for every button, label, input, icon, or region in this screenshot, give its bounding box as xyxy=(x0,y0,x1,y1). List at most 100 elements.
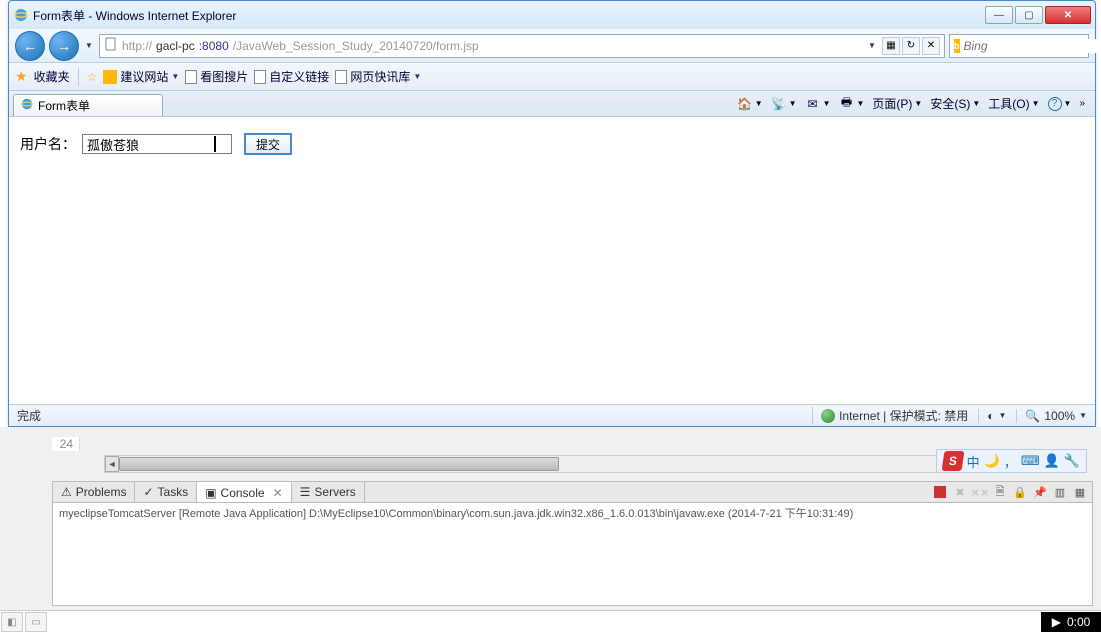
menu-label: 安全(S) xyxy=(930,95,970,112)
favlink-custom[interactable]: 自定义链接 xyxy=(254,68,329,85)
favlink-feeds[interactable]: 网页快讯库▼ xyxy=(335,68,421,85)
menu-label: 工具(O) xyxy=(988,95,1029,112)
chevron-down-icon: ▼ xyxy=(171,72,179,81)
submit-button[interactable]: 提交 xyxy=(244,133,292,155)
shield-icon: ◐ xyxy=(987,409,994,423)
favorites-star-icon[interactable]: ★ xyxy=(15,68,28,85)
url-scheme: http:// xyxy=(122,39,152,53)
add-favorite-icon[interactable]: ☆ xyxy=(87,70,98,84)
favlink-label: 建议网站 xyxy=(120,68,168,85)
eclipse-views-tabbar: ⚠ Problems ✓ Tasks ▣ Console ✕ ☰Servers ✖ ⨯⨯… xyxy=(52,481,1093,503)
address-input[interactable] xyxy=(483,39,862,53)
forward-button[interactable]: → xyxy=(49,31,79,61)
url-host: gacl-pc xyxy=(156,39,195,53)
maximize-button[interactable]: ▢ xyxy=(1015,6,1043,24)
username-input[interactable] xyxy=(82,134,232,154)
address-bar[interactable]: http:// gacl-pc :8080/JavaWeb_Session_Stud… xyxy=(99,34,945,58)
stop-button[interactable]: ✕ xyxy=(922,37,940,55)
ime-settings-icon[interactable]: 🔧 xyxy=(1064,453,1080,469)
tab-label: Console xyxy=(221,486,265,500)
line-number: 24 xyxy=(52,437,80,451)
form-row: 用户名： 提交 xyxy=(20,133,1084,155)
editor-hscrollbar[interactable]: ◄ ► xyxy=(104,455,1081,473)
favlink-image[interactable]: 看图搜片 xyxy=(185,68,248,85)
scroll-left-button[interactable]: ◄ xyxy=(105,456,119,472)
ime-lang[interactable]: 中 xyxy=(967,452,980,471)
help-button[interactable]: ?▼ xyxy=(1048,97,1072,111)
tab-servers[interactable]: ☰Servers xyxy=(292,482,365,502)
problems-icon: ⚠ xyxy=(61,485,72,499)
close-button[interactable]: ✕ xyxy=(1045,6,1091,24)
url-path: /JavaWeb_Session_Study_20140720/form.jsp xyxy=(233,39,479,53)
stop-icon xyxy=(934,486,946,498)
ime-softkbd-icon[interactable]: ⌨ xyxy=(1021,453,1040,469)
history-dropdown[interactable]: ▼ xyxy=(83,36,95,56)
page-icon xyxy=(254,70,266,84)
window-title: Form表单 - Windows Internet Explorer xyxy=(33,7,985,24)
console-icon: ▣ xyxy=(205,486,216,500)
compat-view-icon[interactable]: ▦ xyxy=(882,37,900,55)
taskbar-clock[interactable]: ▶0:00 xyxy=(1041,612,1101,632)
sogou-icon[interactable]: S xyxy=(941,451,964,471)
clear-console-button[interactable]: 🗎 xyxy=(992,484,1008,500)
fast-view-button[interactable]: ◧ xyxy=(1,612,23,632)
tab-label: Problems xyxy=(76,485,127,499)
zoom-control[interactable]: 🔍100%▼ xyxy=(1016,409,1087,423)
remove-all-button[interactable]: ⨯⨯ xyxy=(972,484,988,500)
tab-problems[interactable]: ⚠ Problems xyxy=(53,482,135,502)
tools-menu[interactable]: 工具(O)▼ xyxy=(988,95,1039,112)
menu-label: 页面(P) xyxy=(872,95,912,112)
bing-icon: b xyxy=(954,39,960,53)
console-view[interactable]: myeclipseTomcatServer [Remote Java Appli… xyxy=(52,503,1093,606)
tab-tasks[interactable]: ✓ Tasks xyxy=(135,482,197,502)
minimize-button[interactable]: — xyxy=(985,6,1013,24)
security-zone[interactable]: Internet | 保护模式: 禁用 xyxy=(812,407,968,424)
search-box[interactable]: b 🔍 xyxy=(949,34,1089,58)
favorites-label[interactable]: 收藏夹 xyxy=(34,68,70,85)
page-menu[interactable]: 页面(P)▼ xyxy=(872,95,922,112)
zoom-icon: 🔍 xyxy=(1025,409,1040,423)
favlink-suggested[interactable]: 建议网站▼ xyxy=(103,68,179,85)
safety-menu[interactable]: 安全(S)▼ xyxy=(930,95,980,112)
ie-logo-icon xyxy=(20,97,34,114)
terminate-button[interactable] xyxy=(932,484,948,500)
scroll-lock-button[interactable]: 🔒 xyxy=(1012,484,1028,500)
scrollbar-thumb[interactable] xyxy=(119,457,559,471)
mail-button[interactable]: ✉▼ xyxy=(805,96,831,112)
show-view-button[interactable]: ▭ xyxy=(25,612,47,632)
expand-button[interactable]: » xyxy=(1079,98,1085,109)
ime-user-icon[interactable]: 👤 xyxy=(1044,453,1060,469)
globe-icon xyxy=(821,409,835,423)
page-icon xyxy=(335,70,347,84)
url-port: :8080 xyxy=(199,39,229,53)
refresh-button[interactable]: ↻ xyxy=(902,37,920,55)
search-input[interactable] xyxy=(964,39,1101,53)
close-icon[interactable]: ✕ xyxy=(273,486,283,500)
display-console-button[interactable]: ▥ xyxy=(1052,484,1068,500)
open-console-button[interactable]: ▦ xyxy=(1072,484,1088,500)
tasks-icon: ✓ xyxy=(143,485,153,499)
print-button[interactable]: 🖶▼ xyxy=(839,96,865,112)
tab-console[interactable]: ▣ Console ✕ xyxy=(197,482,291,502)
favlink-label: 自定义链接 xyxy=(269,68,329,85)
zoom-value: 100% xyxy=(1044,409,1075,423)
pin-console-button[interactable]: 📌 xyxy=(1032,484,1048,500)
titlebar: Form表单 - Windows Internet Explorer — ▢ ✕ xyxy=(9,1,1095,29)
protected-mode-toggle[interactable]: ◐▼ xyxy=(978,409,1006,423)
address-dropdown[interactable]: ▼ xyxy=(866,36,878,56)
home-button[interactable]: 🏠▼ xyxy=(737,96,763,112)
back-button[interactable]: ← xyxy=(15,31,45,61)
ime-toolbar[interactable]: S 中 🌙 ， ⌨ 👤 🔧 xyxy=(936,449,1087,473)
feeds-button[interactable]: 📡▼ xyxy=(771,96,797,112)
ime-punct-icon[interactable]: ， xyxy=(1004,452,1017,471)
servers-icon: ☰ xyxy=(300,485,311,499)
home-icon: 🏠 xyxy=(737,96,753,112)
tab-label: Tasks xyxy=(158,485,189,499)
ime-moon-icon[interactable]: 🌙 xyxy=(984,453,1000,469)
tab-bar: Form表单 🏠▼ 📡▼ ✉▼ 🖶▼ 页面(P)▼ 安全(S)▼ 工具(O)▼ … xyxy=(9,91,1095,117)
browser-tab[interactable]: Form表单 xyxy=(13,94,163,116)
editor-gutter: 24 xyxy=(52,435,80,453)
chevron-down-icon: ▼ xyxy=(413,72,421,81)
console-process-label: myeclipseTomcatServer [Remote Java Appli… xyxy=(59,505,1086,521)
remove-launch-button[interactable]: ✖ xyxy=(952,484,968,500)
